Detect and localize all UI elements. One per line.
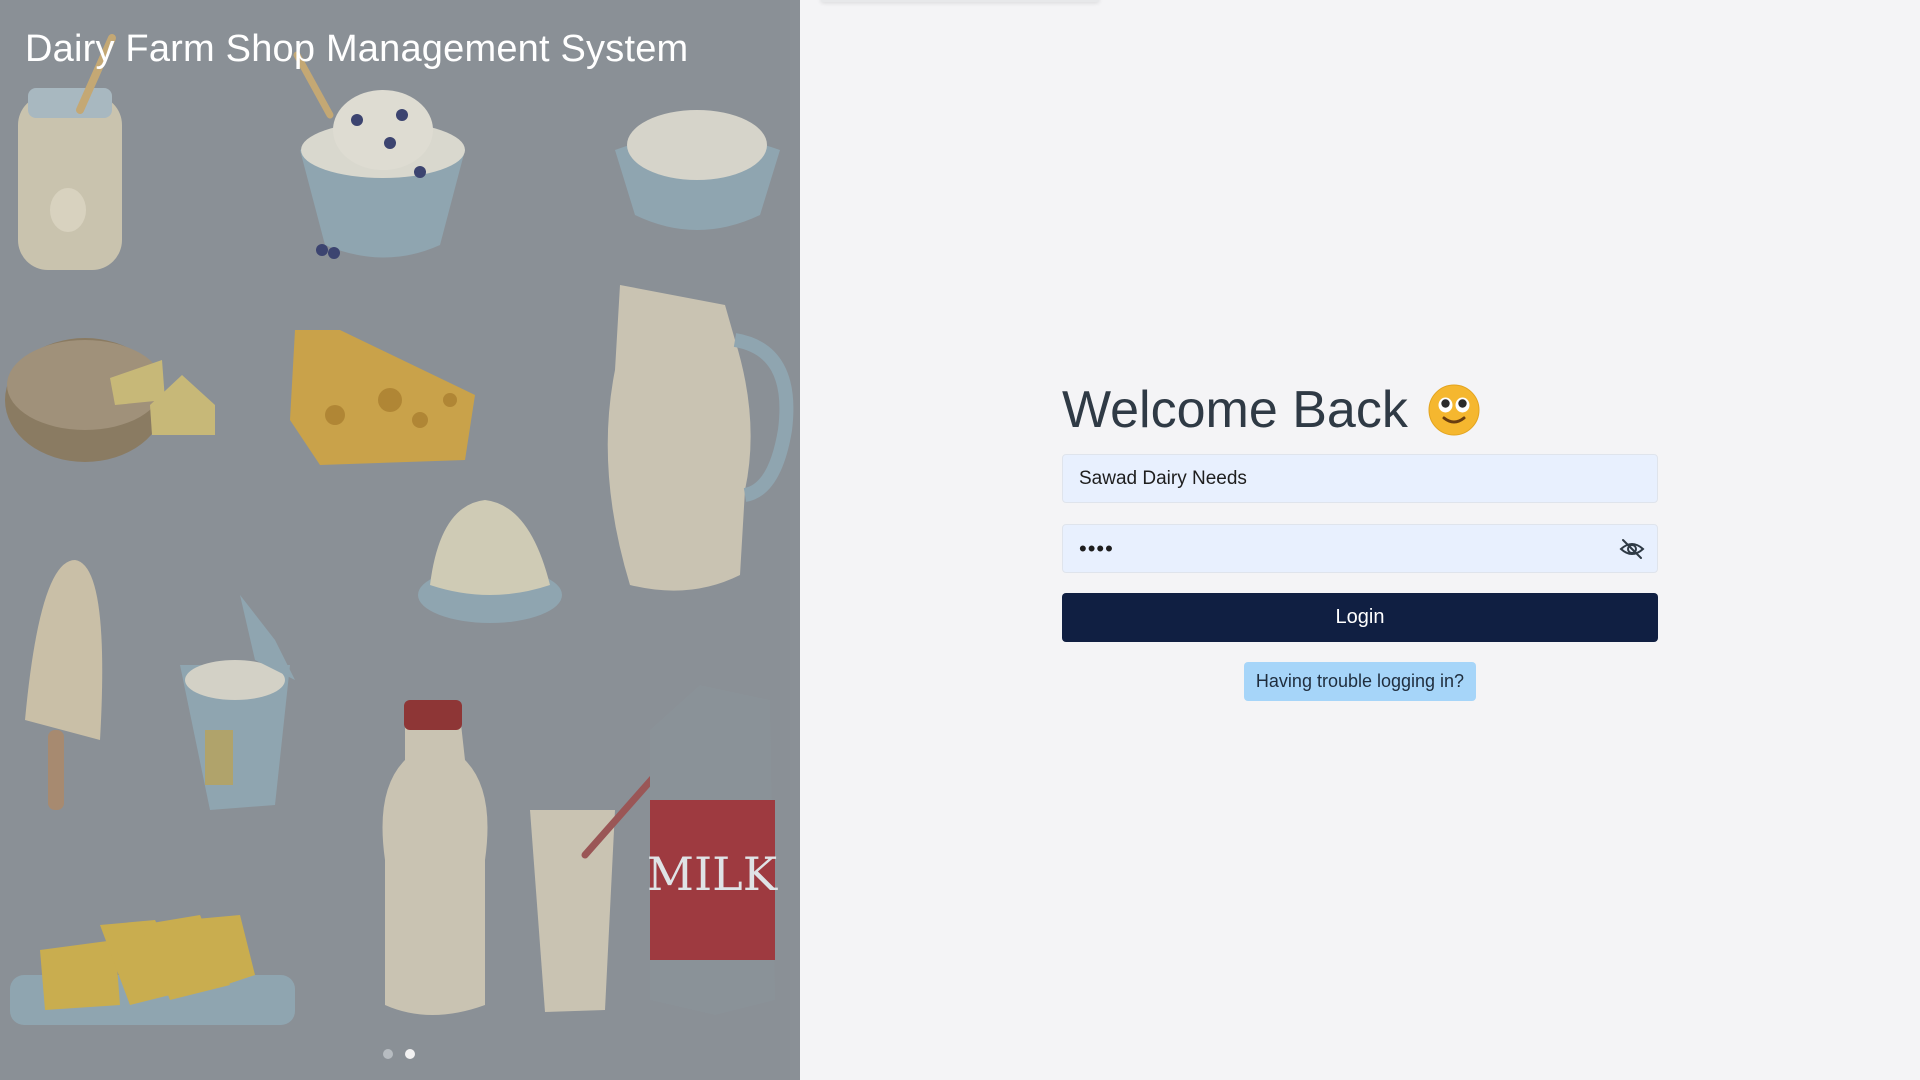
eye-off-icon[interactable] (1619, 537, 1645, 561)
milk-carton-label: MILK (647, 847, 779, 901)
trouble-login-button[interactable]: Having trouble logging in? (1243, 662, 1477, 701)
top-tab-shadow (820, 0, 1100, 2)
smiley-face-icon (1428, 384, 1480, 436)
welcome-heading-row: Welcome Back (1062, 380, 1658, 440)
carousel-dots[interactable] (383, 1049, 415, 1059)
username-input[interactable] (1063, 455, 1657, 502)
carousel-dot-2-active[interactable] (405, 1049, 415, 1059)
dairy-products-illustration: MILK (5, 34, 794, 1025)
hero-panel: MILK Dairy Farm Shop Management System (0, 0, 800, 1080)
password-field[interactable] (1062, 524, 1658, 573)
carousel-dot-1[interactable] (383, 1049, 393, 1059)
app-title: Dairy Farm Shop Management System (25, 28, 689, 70)
password-input[interactable] (1063, 525, 1657, 572)
login-form: Welcome Back Login Having trouble loggin… (1062, 380, 1658, 701)
username-field[interactable] (1062, 454, 1658, 503)
help-row: Having trouble logging in? (1062, 662, 1658, 701)
welcome-heading: Welcome Back (1062, 381, 1408, 439)
login-button[interactable]: Login (1062, 593, 1658, 642)
